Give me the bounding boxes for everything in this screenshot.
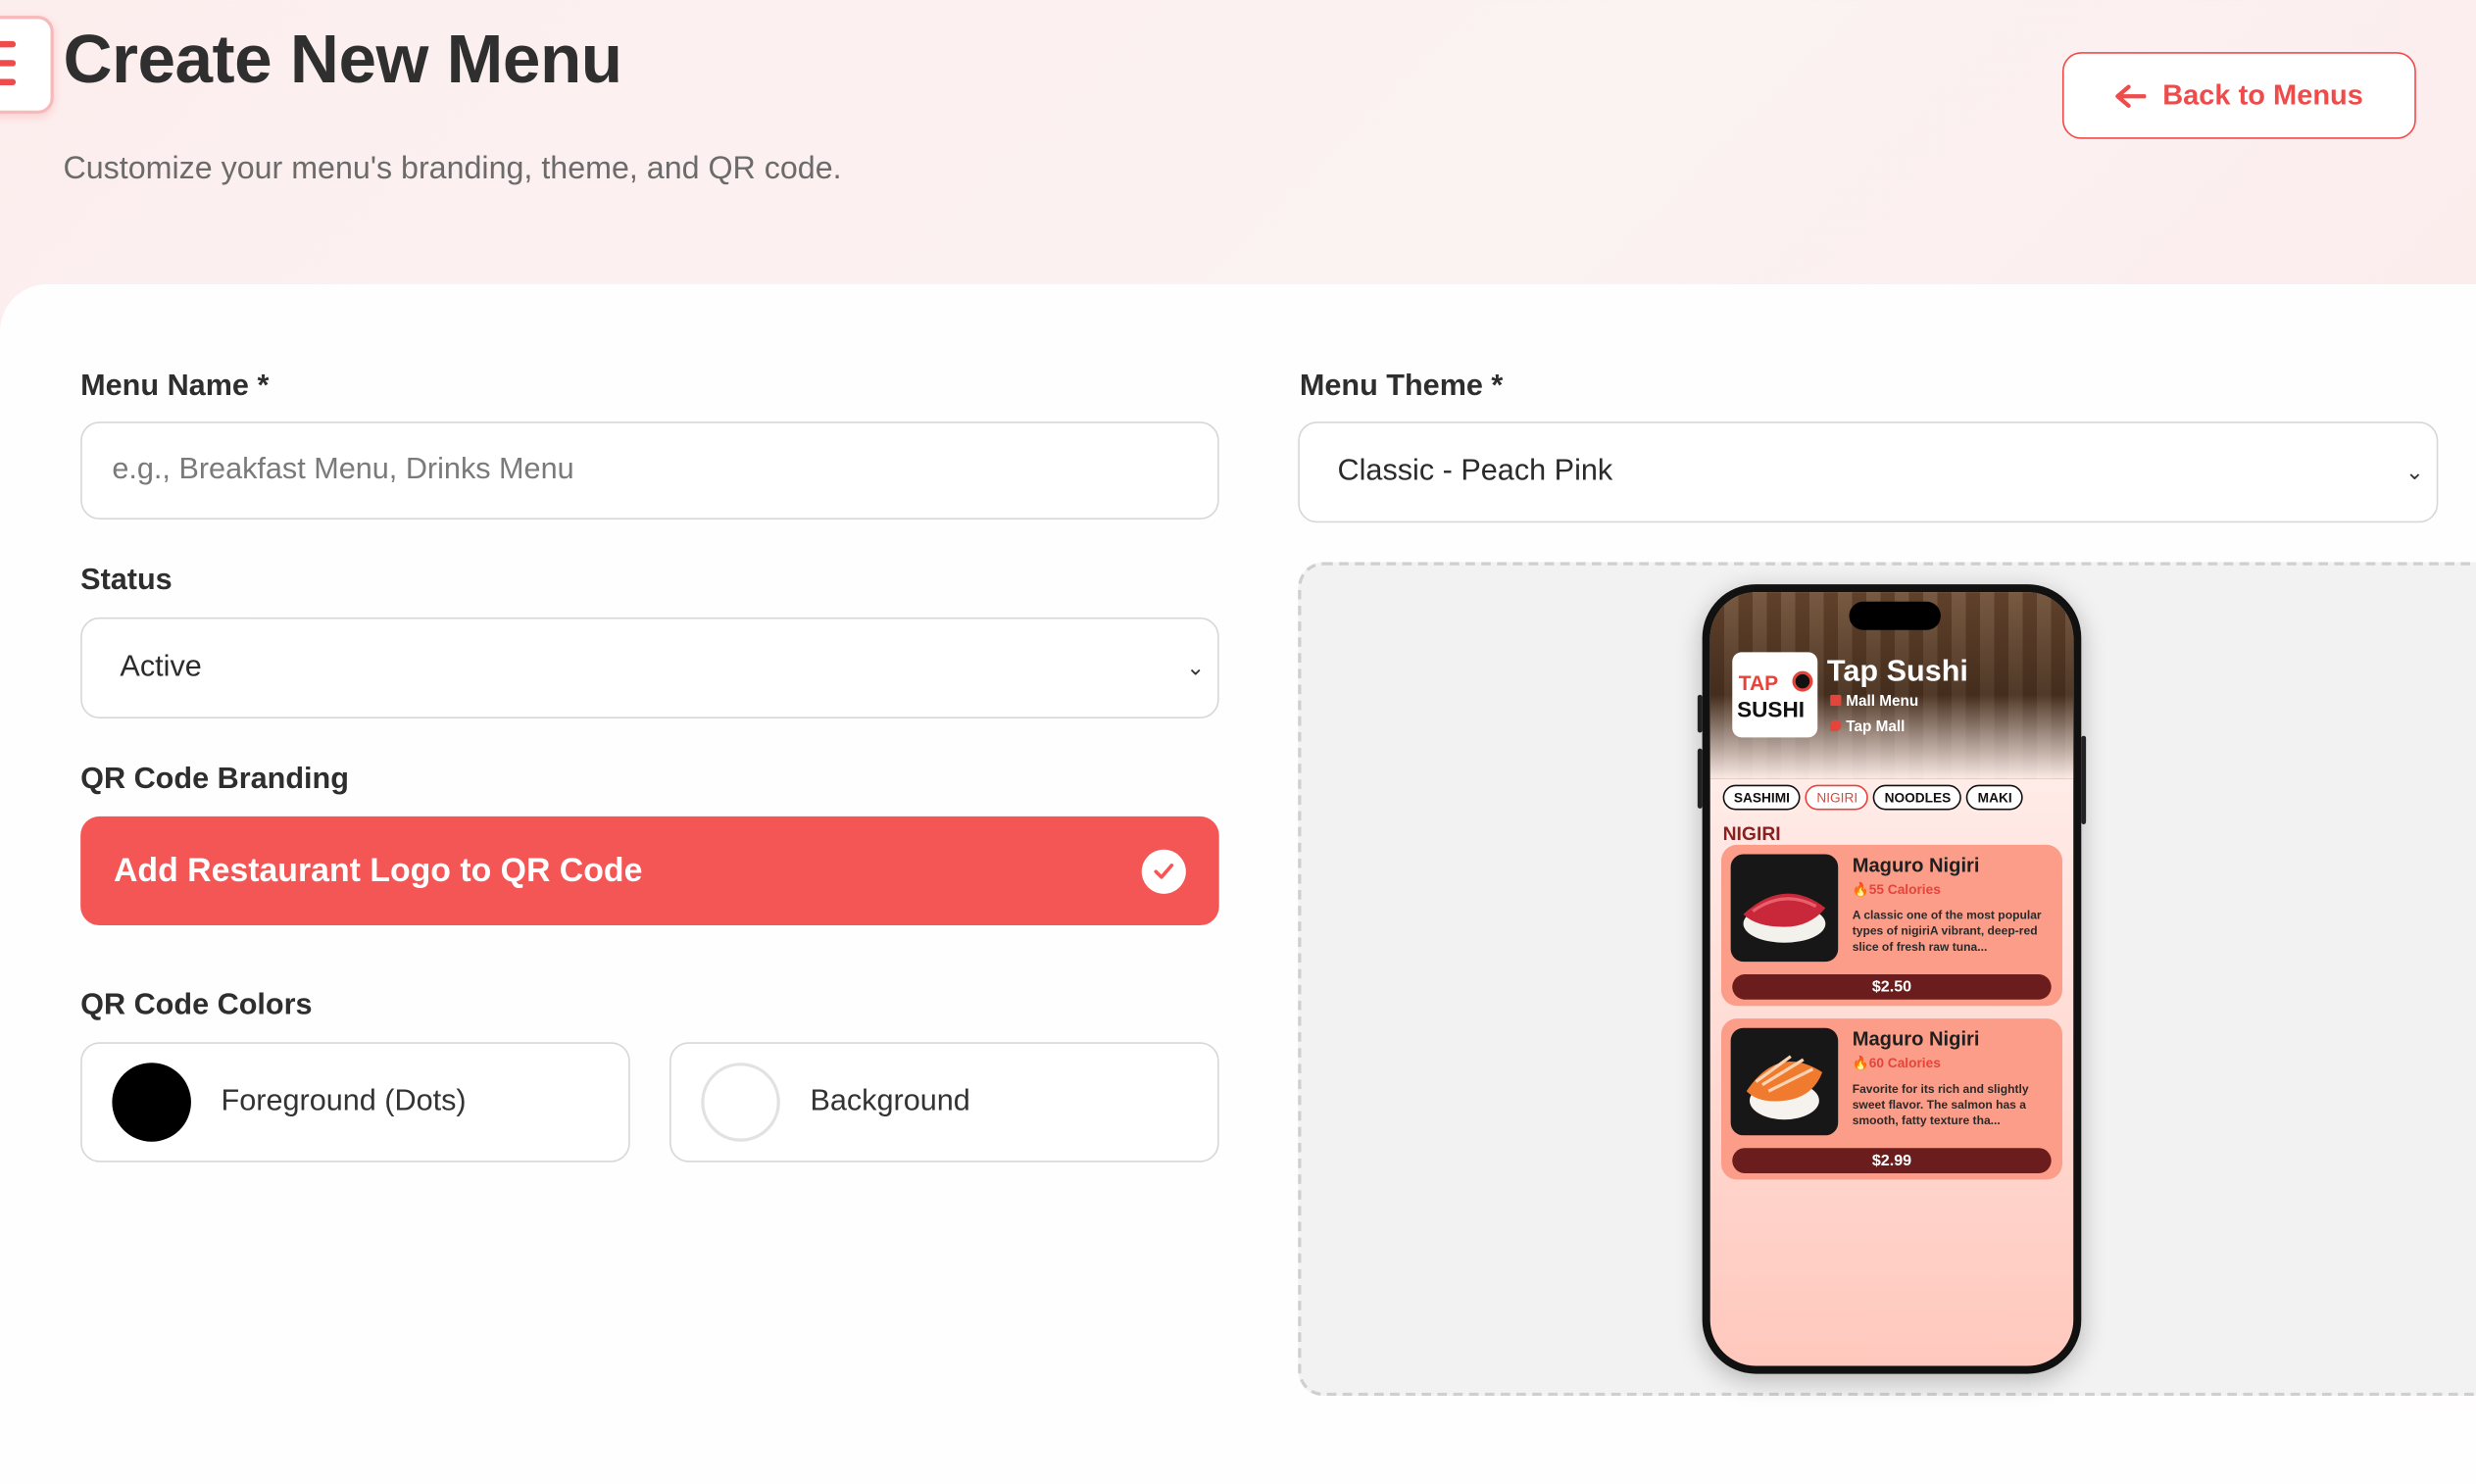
page-subtitle: Customize your menu's branding, theme, a…	[63, 151, 842, 187]
location-pin-icon	[1830, 719, 1842, 731]
menu-label: Mall Menu	[1830, 693, 1918, 711]
background-color-swatch	[701, 1063, 780, 1142]
menu-theme-select[interactable]: Classic - Peach Pink ⌄	[1298, 421, 2439, 523]
menu-name-input[interactable]: e.g., Breakfast Menu, Drinks Menu	[80, 421, 1219, 520]
phone-side-button	[1697, 748, 1703, 809]
tuna-nigiri-image	[1730, 854, 1839, 963]
checkmark-icon	[1141, 849, 1186, 894]
tab-noodles[interactable]: NOODLES	[1873, 784, 1962, 811]
item-price: $2.50	[1732, 973, 2052, 1000]
arrow-left-icon	[2116, 83, 2148, 108]
foreground-color-label: Foreground (Dots)	[221, 1084, 467, 1118]
phone-screen: TAP SUSHI Tap Sushi Mall Menu Tap Mall S…	[1709, 592, 2074, 1366]
item-price: $2.99	[1732, 1148, 2052, 1173]
logo-text-bottom: SUSHI	[1737, 696, 1806, 722]
phone-side-button	[2081, 735, 2087, 824]
add-logo-toggle-label: Add Restaurant Logo to QR Code	[113, 852, 643, 889]
location-label: Tap Mall	[1830, 718, 1905, 736]
section-title: NIGIRI	[1722, 822, 1781, 845]
item-name: Maguro Nigiri	[1852, 1027, 1980, 1051]
status-select[interactable]: Active ⌄	[80, 617, 1219, 719]
menu-name-placeholder: e.g., Breakfast Menu, Drinks Menu	[112, 453, 574, 487]
dynamic-island	[1849, 601, 1941, 630]
restaurant-name: Tap Sushi	[1826, 655, 1968, 689]
item-description: Favorite for its rich and slightly sweet…	[1852, 1081, 2029, 1127]
category-tabs: SASHIMI NIGIRI NOODLES MAKI	[1722, 784, 2023, 811]
hamburger-icon-bar	[0, 60, 17, 67]
menu-item-card[interactable]: Maguro Nigiri 🔥60 Calories Favorite for …	[1720, 1018, 2062, 1180]
menu-item-card[interactable]: Maguro Nigiri 🔥55 Calories A classic one…	[1720, 844, 2062, 1007]
back-to-menus-label: Back to Menus	[2162, 78, 2363, 111]
background-color-picker[interactable]: Background	[669, 1042, 1219, 1162]
logo-text-top: TAP	[1738, 670, 1779, 695]
back-to-menus-button[interactable]: Back to Menus	[2061, 52, 2416, 139]
item-calories: 🔥60 Calories	[1852, 1055, 1941, 1071]
foreground-color-swatch	[112, 1063, 191, 1142]
chevron-down-icon: ⌄	[2404, 458, 2424, 484]
phone-mockup: TAP SUSHI Tap Sushi Mall Menu Tap Mall S…	[1697, 584, 2087, 1374]
salmon-nigiri-illustration	[1746, 1055, 1823, 1120]
qr-colors-label: QR Code Colors	[80, 988, 313, 1022]
item-calories-text: 55 Calories	[1868, 880, 1941, 898]
hamburger-icon-bar	[0, 78, 17, 85]
sidebar-toggle-button[interactable]	[0, 16, 54, 114]
foreground-color-picker[interactable]: Foreground (Dots)	[80, 1042, 630, 1162]
status-value: Active	[120, 650, 202, 684]
menu-theme-value: Classic - Peach Pink	[1337, 454, 1613, 488]
restaurant-logo: TAP SUSHI	[1732, 652, 1818, 738]
book-icon	[1830, 694, 1842, 707]
salmon-nigiri-image	[1730, 1027, 1839, 1136]
page-title: Create New Menu	[63, 22, 622, 98]
hamburger-icon	[0, 40, 17, 48]
location-text: Tap Mall	[1846, 718, 1906, 736]
qr-branding-label: QR Code Branding	[80, 763, 349, 796]
phone-side-button	[1697, 694, 1703, 733]
tab-nigiri[interactable]: NIGIRI	[1806, 784, 1869, 811]
menu-label-text: Mall Menu	[1846, 693, 1919, 711]
tuna-nigiri-illustration	[1743, 893, 1826, 943]
status-label: Status	[80, 564, 173, 597]
tab-sashimi[interactable]: SASHIMI	[1722, 784, 1802, 811]
sushi-roll-icon	[1792, 670, 1813, 692]
item-calories-text: 60 Calories	[1868, 1055, 1941, 1071]
tab-maki[interactable]: MAKI	[1966, 784, 2023, 811]
item-calories: 🔥55 Calories	[1852, 880, 1941, 898]
menu-theme-label: Menu Theme *	[1299, 369, 1504, 403]
item-description: A classic one of the most popular types …	[1852, 908, 2042, 954]
chevron-down-icon: ⌄	[1186, 654, 1206, 680]
background-color-label: Background	[810, 1084, 970, 1118]
item-name: Maguro Nigiri	[1852, 854, 1980, 877]
checkmark-glyph	[1154, 864, 1174, 879]
add-logo-to-qr-toggle[interactable]: Add Restaurant Logo to QR Code	[80, 816, 1219, 926]
menu-name-label: Menu Name *	[80, 369, 270, 403]
